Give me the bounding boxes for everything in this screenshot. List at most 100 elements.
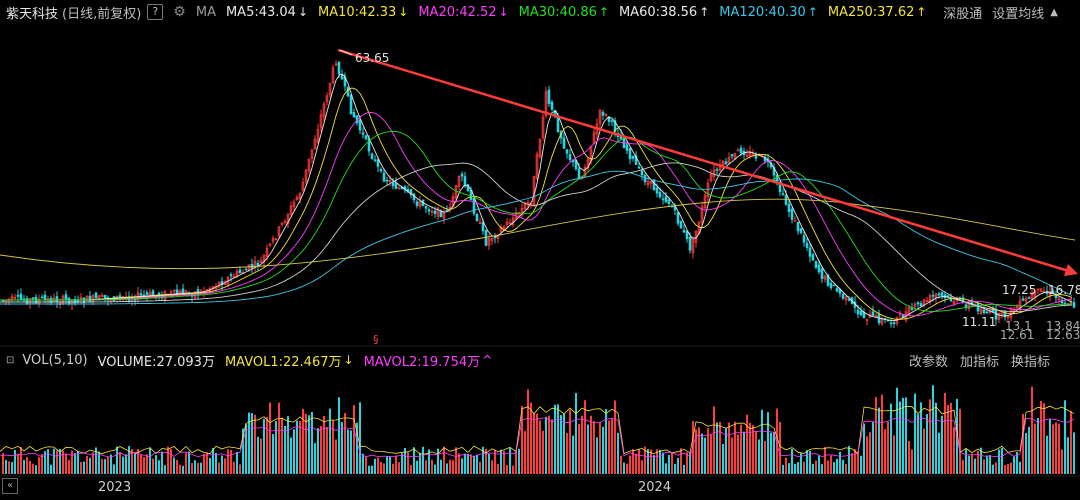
volume-bar [902, 397, 904, 474]
candle-body [103, 294, 107, 299]
collapse-icon[interactable]: ⊡ [6, 355, 14, 366]
volume-bar [659, 449, 661, 474]
candle-body [469, 189, 473, 201]
volume-bar [401, 453, 403, 474]
volume-bar [983, 459, 985, 474]
volume-bar [539, 420, 541, 474]
candle-body [655, 187, 659, 194]
candle-body [175, 289, 179, 295]
volume-bar [857, 451, 859, 474]
volume-bar [386, 456, 388, 474]
volume-bar [1034, 423, 1036, 474]
volume-bar [590, 415, 592, 474]
candle-body [250, 264, 254, 269]
volume-bar [899, 401, 901, 474]
candle-body [472, 198, 476, 214]
candle-body [43, 294, 47, 300]
volume-bar [149, 447, 151, 474]
candle-body [565, 149, 569, 154]
candle-body [841, 293, 845, 299]
volume-bar [608, 420, 610, 474]
candle-body [427, 209, 431, 212]
volume-bar [551, 419, 553, 474]
mavol1-value: MAVOL1:22.467万 [224, 354, 342, 370]
volume-bar [932, 385, 934, 474]
mavol2-arrow-icon: ^ [482, 353, 493, 367]
volume-bar [398, 462, 400, 474]
candle-body [16, 295, 20, 297]
volume-bar [1004, 464, 1006, 474]
volume-bar [905, 397, 907, 474]
volume-bar [947, 405, 949, 474]
volume-bar [224, 458, 226, 474]
volume-bar [503, 450, 505, 474]
candle-body [94, 292, 98, 299]
volume-bar [443, 446, 445, 474]
volume-bar [479, 461, 481, 474]
volume-bar [440, 459, 442, 474]
candle-body [796, 221, 800, 232]
candle-body [790, 208, 794, 220]
volume-bar [455, 447, 457, 474]
volume-bar [884, 429, 886, 474]
volume-bar [731, 437, 733, 474]
volume-bar [890, 403, 892, 474]
volume-bar [749, 422, 751, 474]
volume-bar [959, 408, 961, 474]
volume-bar [290, 437, 292, 474]
candle-body [238, 269, 242, 273]
volume-bar [896, 387, 898, 474]
volume-bar [197, 462, 199, 474]
volume-bar [599, 422, 601, 474]
volume-bar [953, 427, 955, 474]
add-indicator-button[interactable]: 加指标 [960, 351, 999, 370]
volume-bar [1001, 447, 1003, 474]
volume-bar [752, 425, 754, 474]
volume-bar [965, 449, 967, 474]
candle-body [394, 182, 398, 189]
volume-bar [296, 420, 298, 474]
change-params-button[interactable]: 改参数 [909, 351, 948, 370]
volume-bar [995, 462, 997, 474]
volume-bar [1067, 437, 1069, 474]
volume-bar [785, 457, 787, 474]
candle-body [64, 294, 68, 300]
volume-bar [1007, 464, 1009, 474]
volume-bar [458, 453, 460, 474]
volume-bar [713, 406, 715, 474]
candle-body [628, 148, 632, 160]
volume-bar [830, 455, 832, 474]
volume-bar [1022, 414, 1024, 474]
candle-body [910, 307, 914, 310]
volume-bar [623, 462, 625, 474]
candle-body [946, 295, 950, 297]
candle-body [787, 203, 791, 213]
switch-indicator-button[interactable]: 换指标 [1011, 351, 1050, 370]
candle-body [550, 101, 554, 110]
year-label-2023: 2023 [98, 480, 132, 495]
candle-body [799, 228, 803, 234]
volume-bar [593, 421, 595, 474]
volume-bar [395, 455, 397, 474]
volume-bar [5, 460, 7, 474]
volume-bar [803, 461, 805, 474]
vol-indicator-label[interactable]: VOL(5,10) [22, 353, 87, 368]
expand-icon[interactable]: « [2, 478, 18, 494]
volume-bar [191, 463, 193, 474]
volume-bar [287, 416, 289, 474]
candle-body [361, 132, 365, 135]
volume-bar [1055, 422, 1057, 474]
candle-body [373, 159, 377, 161]
volume-bar [320, 425, 322, 474]
volume-bar [605, 409, 607, 474]
kline-chart[interactable] [0, 0, 1080, 500]
volume-bar [452, 460, 454, 474]
volume-bar [332, 419, 334, 474]
event-marker-icon[interactable]: § [373, 333, 379, 346]
volume-bar [317, 428, 319, 474]
candle-body [379, 168, 383, 172]
candle-body [982, 309, 986, 314]
volume-bar [971, 453, 973, 474]
high-price-label: 63.65 [355, 51, 390, 65]
volume-bar [761, 409, 763, 474]
